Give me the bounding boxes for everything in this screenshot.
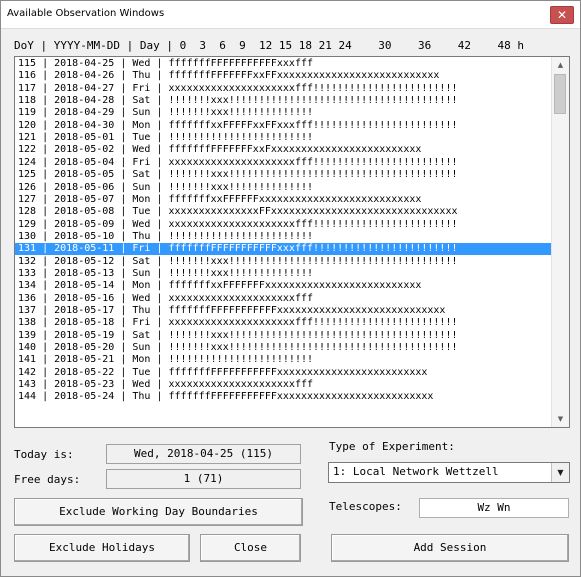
list-header: DoY | YYYY-MM-DD | Day | 0 3 6 9 12 15 1… <box>14 39 524 52</box>
list-item[interactable]: 137 | 2018-05-17 | Thu | fffffffFFFFFFFF… <box>15 305 552 317</box>
list-item-text: 120 | 2018-04-30 | Mon | fffffffxxFFFFFx… <box>18 119 458 131</box>
list-item[interactable]: 120 | 2018-04-30 | Mon | fffffffxxFFFFFx… <box>15 120 552 132</box>
list-item-text: 117 | 2018-04-27 | Fri | xxxxxxxxxxxxxxx… <box>18 82 458 94</box>
list-item-text: 118 | 2018-04-28 | Sat | !!!!!!!xxx!!!!!… <box>18 95 458 107</box>
list-item-text: 137 | 2018-05-17 | Thu | fffffffFFFFFFFF… <box>18 305 446 316</box>
list-item-text: 142 | 2018-05-22 | Tue | fffffffFFFFFFFF… <box>18 366 428 378</box>
list-item[interactable]: 116 | 2018-04-26 | Thu | fffffffFFFFFFFx… <box>15 70 552 82</box>
list-item-text: 141 | 2018-05-21 | Mon | !!!!!!!!!!!!!!!… <box>18 354 314 366</box>
dialog-window: Available Observation Windows ✕ DoY | YY… <box>0 0 581 577</box>
exclude-holidays-button[interactable]: Exclude Holidays <box>14 534 190 562</box>
list-item[interactable]: 125 | 2018-05-05 | Sat | !!!!!!!xxx!!!!!… <box>15 169 552 181</box>
scrollbar-thumb[interactable] <box>554 74 566 114</box>
list-item-text: 129 | 2018-05-09 | Wed | xxxxxxxxxxxxxxx… <box>18 218 458 230</box>
list-item-text: 136 | 2018-05-16 | Wed | xxxxxxxxxxxxxxx… <box>18 292 314 304</box>
title-bar: Available Observation Windows ✕ <box>1 1 580 29</box>
list-item-text: 121 | 2018-05-01 | Tue | !!!!!!!!!!!!!!!… <box>18 132 314 144</box>
list-item[interactable]: 142 | 2018-05-22 | Tue | fffffffFFFFFFFF… <box>15 367 552 379</box>
telescopes-field[interactable]: Wz Wn <box>419 498 569 518</box>
experiment-type-value: 1: Local Network Wettzell <box>333 465 499 478</box>
list-item-text: 128 | 2018-05-08 | Tue | xxxxxxxxxxxxxxx… <box>18 206 458 218</box>
list-item-text: 133 | 2018-05-13 | Sun | !!!!!!!xxx!!!!!… <box>18 267 314 279</box>
list-rows: 115 | 2018-04-25 | Wed | fffffffFFFFFFFF… <box>15 57 552 427</box>
list-item[interactable]: 121 | 2018-05-01 | Tue | !!!!!!!!!!!!!!!… <box>15 132 552 144</box>
list-item-text: 138 | 2018-05-18 | Fri | xxxxxxxxxxxxxxx… <box>18 317 458 329</box>
list-item-text: 124 | 2018-05-04 | Fri | xxxxxxxxxxxxxxx… <box>18 156 458 168</box>
list-item[interactable]: 124 | 2018-05-04 | Fri | xxxxxxxxxxxxxxx… <box>15 157 552 169</box>
experiment-type-label: Type of Experiment: <box>329 440 455 453</box>
list-item-text: 139 | 2018-05-19 | Sat | !!!!!!!xxx!!!!!… <box>18 329 458 341</box>
list-item-text: 134 | 2018-05-14 | Mon | fffffffxxFFFFFF… <box>18 280 422 292</box>
list-item-text: 140 | 2018-05-20 | Sun | !!!!!!!xxx!!!!!… <box>18 342 458 354</box>
list-item[interactable]: 143 | 2018-05-23 | Wed | xxxxxxxxxxxxxxx… <box>15 379 552 391</box>
vertical-scrollbar[interactable]: ▲ ▼ <box>551 57 569 427</box>
list-item[interactable]: 117 | 2018-04-27 | Fri | xxxxxxxxxxxxxxx… <box>15 83 552 95</box>
observation-window-list[interactable]: 115 | 2018-04-25 | Wed | fffffffFFFFFFFF… <box>14 56 570 428</box>
list-item[interactable]: 133 | 2018-05-13 | Sun | !!!!!!!xxx!!!!!… <box>15 268 552 280</box>
free-days-label: Free days: <box>14 473 81 486</box>
list-item[interactable]: 136 | 2018-05-16 | Wed | xxxxxxxxxxxxxxx… <box>15 293 552 305</box>
free-days-value-field: 1 (71) <box>106 469 301 489</box>
list-item-text: 126 | 2018-05-06 | Sun | !!!!!!!xxx!!!!!… <box>18 181 314 193</box>
list-item[interactable]: 144 | 2018-05-24 | Thu | fffffffFFFFFFFF… <box>15 391 552 403</box>
list-item[interactable]: 139 | 2018-05-19 | Sat | !!!!!!!xxx!!!!!… <box>15 330 552 342</box>
scroll-down-arrow-icon[interactable]: ▼ <box>552 411 569 427</box>
list-item[interactable]: 131 | 2018-05-11 | Fri | fffffffFFFFFFFF… <box>15 243 552 256</box>
today-label: Today is: <box>14 448 74 461</box>
experiment-type-select[interactable]: 1: Local Network Wettzell ▼ <box>328 462 570 483</box>
list-item[interactable]: 132 | 2018-05-12 | Sat | !!!!!!!xxx!!!!!… <box>15 256 552 268</box>
list-item-text: 132 | 2018-05-12 | Sat | !!!!!!!xxx!!!!!… <box>18 255 458 267</box>
list-item-text: 122 | 2018-05-02 | Wed | fffffffFFFFFFFx… <box>18 144 422 156</box>
close-button[interactable]: Close <box>200 534 301 562</box>
list-item-text: 130 | 2018-05-10 | Thu | !!!!!!!!!!!!!!!… <box>18 230 314 242</box>
list-item[interactable]: 134 | 2018-05-14 | Mon | fffffffxxFFFFFF… <box>15 280 552 292</box>
list-item[interactable]: 129 | 2018-05-09 | Wed | xxxxxxxxxxxxxxx… <box>15 219 552 231</box>
telescopes-label: Telescopes: <box>329 500 402 513</box>
chevron-down-icon[interactable]: ▼ <box>551 463 569 482</box>
list-item[interactable]: 128 | 2018-05-08 | Tue | xxxxxxxxxxxxxxx… <box>15 206 552 218</box>
exclude-working-day-boundaries-button[interactable]: Exclude Working Day Boundaries <box>14 498 303 526</box>
list-item-text: 131 | 2018-05-11 | Fri | fffffffFFFFFFFF… <box>18 243 458 255</box>
add-session-button[interactable]: Add Session <box>331 534 569 562</box>
list-item[interactable]: 122 | 2018-05-02 | Wed | fffffffFFFFFFFx… <box>15 144 552 156</box>
today-value-field: Wed, 2018-04-25 (115) <box>106 444 301 464</box>
list-item[interactable]: 141 | 2018-05-21 | Mon | !!!!!!!!!!!!!!!… <box>15 354 552 366</box>
list-item-text: 119 | 2018-04-29 | Sun | !!!!!!!xxx!!!!!… <box>18 107 314 119</box>
list-item-text: 144 | 2018-05-24 | Thu | fffffffFFFFFFFF… <box>18 391 434 403</box>
window-title: Available Observation Windows <box>7 8 165 19</box>
list-item[interactable]: 115 | 2018-04-25 | Wed | fffffffFFFFFFFF… <box>15 58 552 70</box>
list-item[interactable]: 119 | 2018-04-29 | Sun | !!!!!!!xxx!!!!!… <box>15 107 552 119</box>
list-item[interactable]: 140 | 2018-05-20 | Sun | !!!!!!!xxx!!!!!… <box>15 342 552 354</box>
list-item[interactable]: 138 | 2018-05-18 | Fri | xxxxxxxxxxxxxxx… <box>15 317 552 329</box>
list-item[interactable]: 126 | 2018-05-06 | Sun | !!!!!!!xxx!!!!!… <box>15 182 552 194</box>
scroll-up-arrow-icon[interactable]: ▲ <box>552 57 569 73</box>
list-item[interactable]: 118 | 2018-04-28 | Sat | !!!!!!!xxx!!!!!… <box>15 95 552 107</box>
window-close-button[interactable]: ✕ <box>550 6 574 24</box>
list-item[interactable]: 127 | 2018-05-07 | Mon | fffffffxxFFFFFF… <box>15 194 552 206</box>
list-item-text: 115 | 2018-04-25 | Wed | fffffffFFFFFFFF… <box>18 58 314 69</box>
list-item-text: 125 | 2018-05-05 | Sat | !!!!!!!xxx!!!!!… <box>18 169 458 181</box>
list-item[interactable]: 130 | 2018-05-10 | Thu | !!!!!!!!!!!!!!!… <box>15 231 552 243</box>
list-item-text: 116 | 2018-04-26 | Thu | fffffffFFFFFFFx… <box>18 70 440 82</box>
list-item-text: 127 | 2018-05-07 | Mon | fffffffxxFFFFFF… <box>18 193 422 205</box>
list-item-text: 143 | 2018-05-23 | Wed | xxxxxxxxxxxxxxx… <box>18 379 314 391</box>
